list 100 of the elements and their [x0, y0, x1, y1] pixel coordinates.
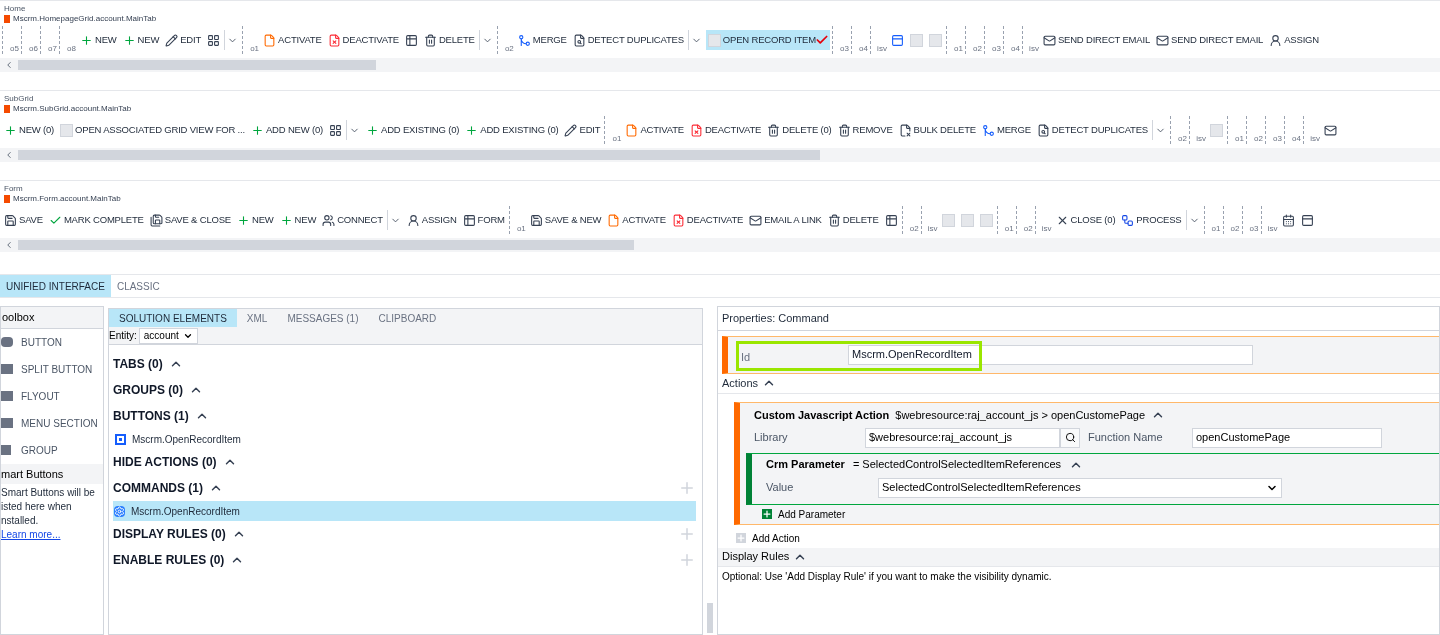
id-field[interactable]: Mscrm.OpenRecordItem	[848, 344, 1253, 365]
merge-icon	[981, 123, 995, 137]
ribbon-button[interactable]: CONNECT	[320, 210, 385, 230]
ribbon-button[interactable]: MERGE	[515, 30, 569, 50]
field-label: Library	[754, 430, 789, 446]
entity-select[interactable]: account	[138, 327, 198, 344]
toolbox-item[interactable]: FLYOUT	[1, 382, 103, 410]
add-action-button[interactable]: Add Action	[736, 530, 1439, 546]
ribbon-button[interactable]: SAVE & NEW	[527, 210, 604, 230]
ribbon-button[interactable]: NEW	[78, 30, 119, 50]
placeholder-slot: o3	[831, 26, 849, 54]
ribbon-button[interactable]: DEACTIVATE	[669, 210, 746, 230]
ribbon-button[interactable]: ASSIGN	[404, 210, 459, 230]
ribbon-button[interactable]: OPEN RECORD ITEM	[705, 30, 830, 50]
library-field[interactable]: $webresource:raj_account_js	[865, 427, 1060, 448]
blank-icon	[928, 33, 942, 47]
document-x-icon	[671, 213, 685, 227]
ribbon-button[interactable]: FORM	[460, 210, 507, 230]
ribbon-button[interactable]: NEW	[120, 30, 162, 50]
add-parameter-button[interactable]: Add Parameter	[762, 506, 846, 522]
tab-id: Mscrm.SubGrid.account.MainTab	[13, 104, 132, 114]
ribbon-button[interactable]: EMAIL A LINK	[747, 210, 824, 230]
placeholder-slot: o1	[508, 206, 526, 234]
ribbon-button[interactable]: MERGE	[979, 120, 1033, 140]
ribbon-button[interactable]: SAVE & CLOSE	[147, 210, 233, 230]
blank-icon	[60, 123, 74, 137]
value-select[interactable]: SelectedControlSelectedItemReferences	[878, 477, 1282, 498]
add-icon	[736, 533, 746, 543]
ribbon-button[interactable]: NEW	[277, 210, 319, 230]
ribbon-button[interactable]: ADD EXISTING (0)	[364, 120, 462, 140]
merge-icon	[517, 33, 531, 47]
scroll-thumb[interactable]	[18, 150, 820, 160]
ribbon-button[interactable]: DELETE (0)	[765, 120, 834, 140]
placeholder-slot: o6	[21, 26, 38, 54]
learn-more-link[interactable]: Learn more...	[1, 528, 103, 542]
ribbon-button[interactable]: DEACTIVATE	[325, 30, 401, 50]
search-button[interactable]	[1060, 427, 1080, 448]
ribbon-button[interactable]: MARK COMPLETE	[46, 210, 146, 230]
add-icon	[4, 123, 17, 137]
element-item[interactable]: Mscrm.OpenRecordItem	[113, 501, 696, 521]
ribbon-button[interactable]: SEND DIRECT EMAIL	[1154, 30, 1266, 50]
ribbon-button[interactable]: PROCESS	[1119, 210, 1184, 230]
trash-icon	[837, 123, 851, 137]
ribbon-button[interactable]: CLOSE (0)	[1053, 210, 1118, 230]
mode-tab[interactable]: CLASSIC	[110, 275, 166, 297]
toolbox-item[interactable]: GROUP	[1, 436, 103, 464]
ribbon-button[interactable]: DETECT DUPLICATES	[1034, 120, 1150, 140]
ribbon-button[interactable]: BULK DELETE	[896, 120, 978, 140]
scroll-thumb[interactable]	[18, 240, 634, 250]
add-icon	[80, 33, 93, 47]
pencil-icon	[165, 33, 179, 47]
ribbon-button[interactable]: OPEN ASSOCIATED GRID VIEW FOR ...	[58, 120, 247, 140]
trash-icon	[827, 213, 841, 227]
section-heading: TABS (0)	[113, 356, 163, 373]
panel-tab[interactable]: XML	[236, 309, 278, 327]
ribbon-button[interactable]: EDIT	[562, 120, 603, 140]
section-heading: Actions	[722, 375, 759, 391]
ribbon-button[interactable]: DETECT DUPLICATES	[570, 30, 686, 50]
ribbon-button[interactable]: NEW	[234, 210, 276, 230]
ribbon-button[interactable]: EDIT	[163, 30, 204, 50]
placeholder-slot: isv	[1034, 206, 1052, 234]
ribbon-button[interactable]: ADD NEW (0)	[248, 120, 325, 140]
blank-icon	[941, 213, 955, 227]
mail-icon	[1324, 123, 1337, 137]
add-icon	[250, 123, 264, 137]
form-icon	[462, 213, 476, 227]
ribbon-button[interactable]: ACTIVATE	[623, 120, 686, 140]
ribbon-button[interactable]: NEW (0)	[2, 120, 57, 140]
action-title: Custom Javascript Action	[754, 407, 890, 423]
element-item[interactable]: Mscrm.OpenRecordItem	[113, 429, 696, 449]
mode-tab[interactable]: UNIFIED INTERFACE	[0, 275, 111, 297]
ribbon-button[interactable]: DEACTIVATE	[687, 120, 764, 140]
calendar-icon	[1281, 213, 1295, 227]
mail-icon	[1042, 33, 1056, 47]
action-summary: $webresource:raj_account_js > openCustomePage	[895, 407, 1146, 423]
panel-tab[interactable]: CLIPBOARD	[368, 309, 447, 327]
scroll-thumb[interactable]	[18, 60, 376, 70]
ribbon-button[interactable]: ADD EXISTING (0)	[463, 120, 561, 140]
ribbon-button[interactable]: ACTIVATE	[261, 30, 324, 50]
grid-icon	[329, 123, 342, 137]
placeholder-slot: o1	[996, 206, 1014, 234]
panel-tab[interactable]: MESSAGES (1)	[277, 309, 369, 327]
toolbox-item[interactable]: MENU SECTION	[1, 409, 103, 437]
ribbon-button[interactable]: DELETE	[421, 30, 477, 50]
control-icon	[1, 337, 13, 347]
panel-tab[interactable]: SOLUTION ELEMENTS	[109, 309, 237, 327]
document-x-icon	[689, 123, 703, 137]
toolbox-item[interactable]: BUTTON	[1, 328, 103, 356]
ribbon-button[interactable]: ASSIGN	[1267, 30, 1321, 50]
function-name-field[interactable]: openCustomePage	[1192, 427, 1382, 448]
ribbon-button[interactable]: SAVE	[2, 210, 45, 230]
ribbon-button[interactable]: REMOVE	[835, 120, 895, 140]
ribbon-button[interactable]: ACTIVATE	[605, 210, 668, 230]
control-icon	[1, 418, 13, 428]
mail-icon	[749, 213, 763, 227]
ribbon-button[interactable]: DELETE	[825, 210, 881, 230]
ribbon-button[interactable]: SEND DIRECT EMAIL	[1040, 30, 1153, 50]
toolbox-item[interactable]: SPLIT BUTTON	[1, 355, 103, 383]
field-label: Function Name	[1087, 430, 1164, 446]
placeholder-slot: o3	[983, 26, 1001, 54]
